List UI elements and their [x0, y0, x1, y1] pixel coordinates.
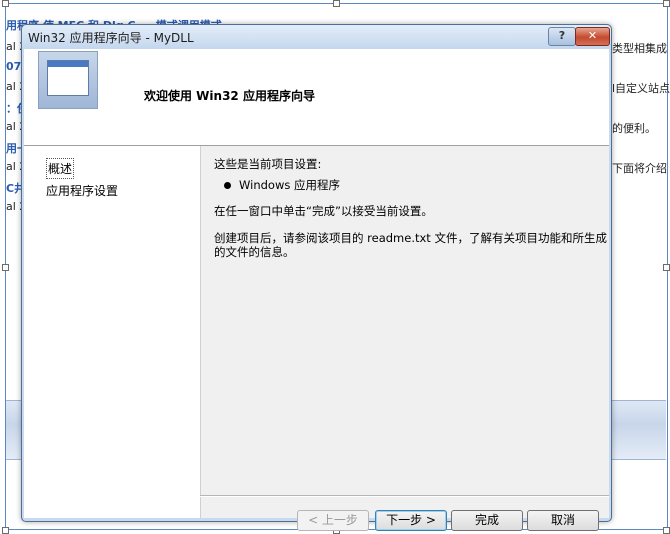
cancel-button[interactable]: 取消	[527, 510, 599, 531]
bullet-text: Windows 应用程序	[239, 178, 340, 192]
finish-button[interactable]: 完成	[451, 510, 523, 531]
resize-handle[interactable]	[663, 264, 670, 271]
resize-handle[interactable]	[663, 0, 670, 7]
next-button[interactable]: 下一步 >	[375, 510, 447, 531]
nav-item-overview[interactable]: 概述	[45, 158, 75, 179]
readme-hint: 创建项目后，请参阅该项目的 readme.txt 文件，了解有关项目功能和所生成…	[214, 231, 609, 259]
wizard-header-title: 欢迎使用 Win32 应用程序向导	[144, 89, 315, 103]
finish-hint-text: 在任一窗口中单击“完成”以接受当前设置。	[214, 204, 433, 218]
wizard-window-icon	[38, 51, 98, 109]
help-button[interactable]: ?	[548, 27, 576, 46]
button-separator	[200, 495, 609, 497]
doc-text-fragment: 下面将介绍	[612, 162, 667, 175]
prev-button[interactable]: < 上一步	[297, 510, 369, 531]
dialog-client-area: 欢迎使用 Win32 应用程序向导 概述 应用程序设置 这些是当前项目设置: W…	[24, 49, 609, 531]
dialog-titlebar[interactable]: Win32 应用程序向导 - MyDLL ? ✕	[22, 25, 611, 49]
finish-hint: 在任一窗口中单击“完成”以接受当前设置。	[214, 204, 604, 218]
nav-item-app-settings[interactable]: 应用程序设置	[46, 182, 118, 199]
wizard-nav-pane: 概述 应用程序设置	[24, 146, 201, 518]
readme-hint-text: 创建项目后，请参阅该项目的 readme.txt 文件，了解有关项目功能和所生成…	[214, 231, 607, 259]
doc-text-fragment: l自定义站点	[612, 82, 670, 95]
wizard-dialog: Win32 应用程序向导 - MyDLL ? ✕ 欢迎使用 Win32 应用程序…	[21, 24, 612, 531]
resize-handle[interactable]	[2, 527, 9, 534]
doc-text-fragment: 的便利。	[612, 122, 656, 135]
resize-handle[interactable]	[663, 527, 670, 534]
resize-handle[interactable]	[333, 0, 340, 7]
bullet-icon	[224, 182, 231, 189]
dialog-title: Win32 应用程序向导 - MyDLL	[28, 31, 194, 45]
resize-handle[interactable]	[2, 0, 9, 7]
wizard-content: 这些是当前项目设置:	[214, 157, 604, 171]
doc-text-fragment: 类型相集成	[612, 42, 667, 55]
settings-intro: 这些是当前项目设置:	[214, 157, 322, 171]
close-button[interactable]: ✕	[575, 27, 610, 46]
wizard-header: 欢迎使用 Win32 应用程序向导	[24, 49, 609, 146]
settings-bullet-item: Windows 应用程序	[224, 177, 340, 193]
resize-handle[interactable]	[2, 264, 9, 271]
